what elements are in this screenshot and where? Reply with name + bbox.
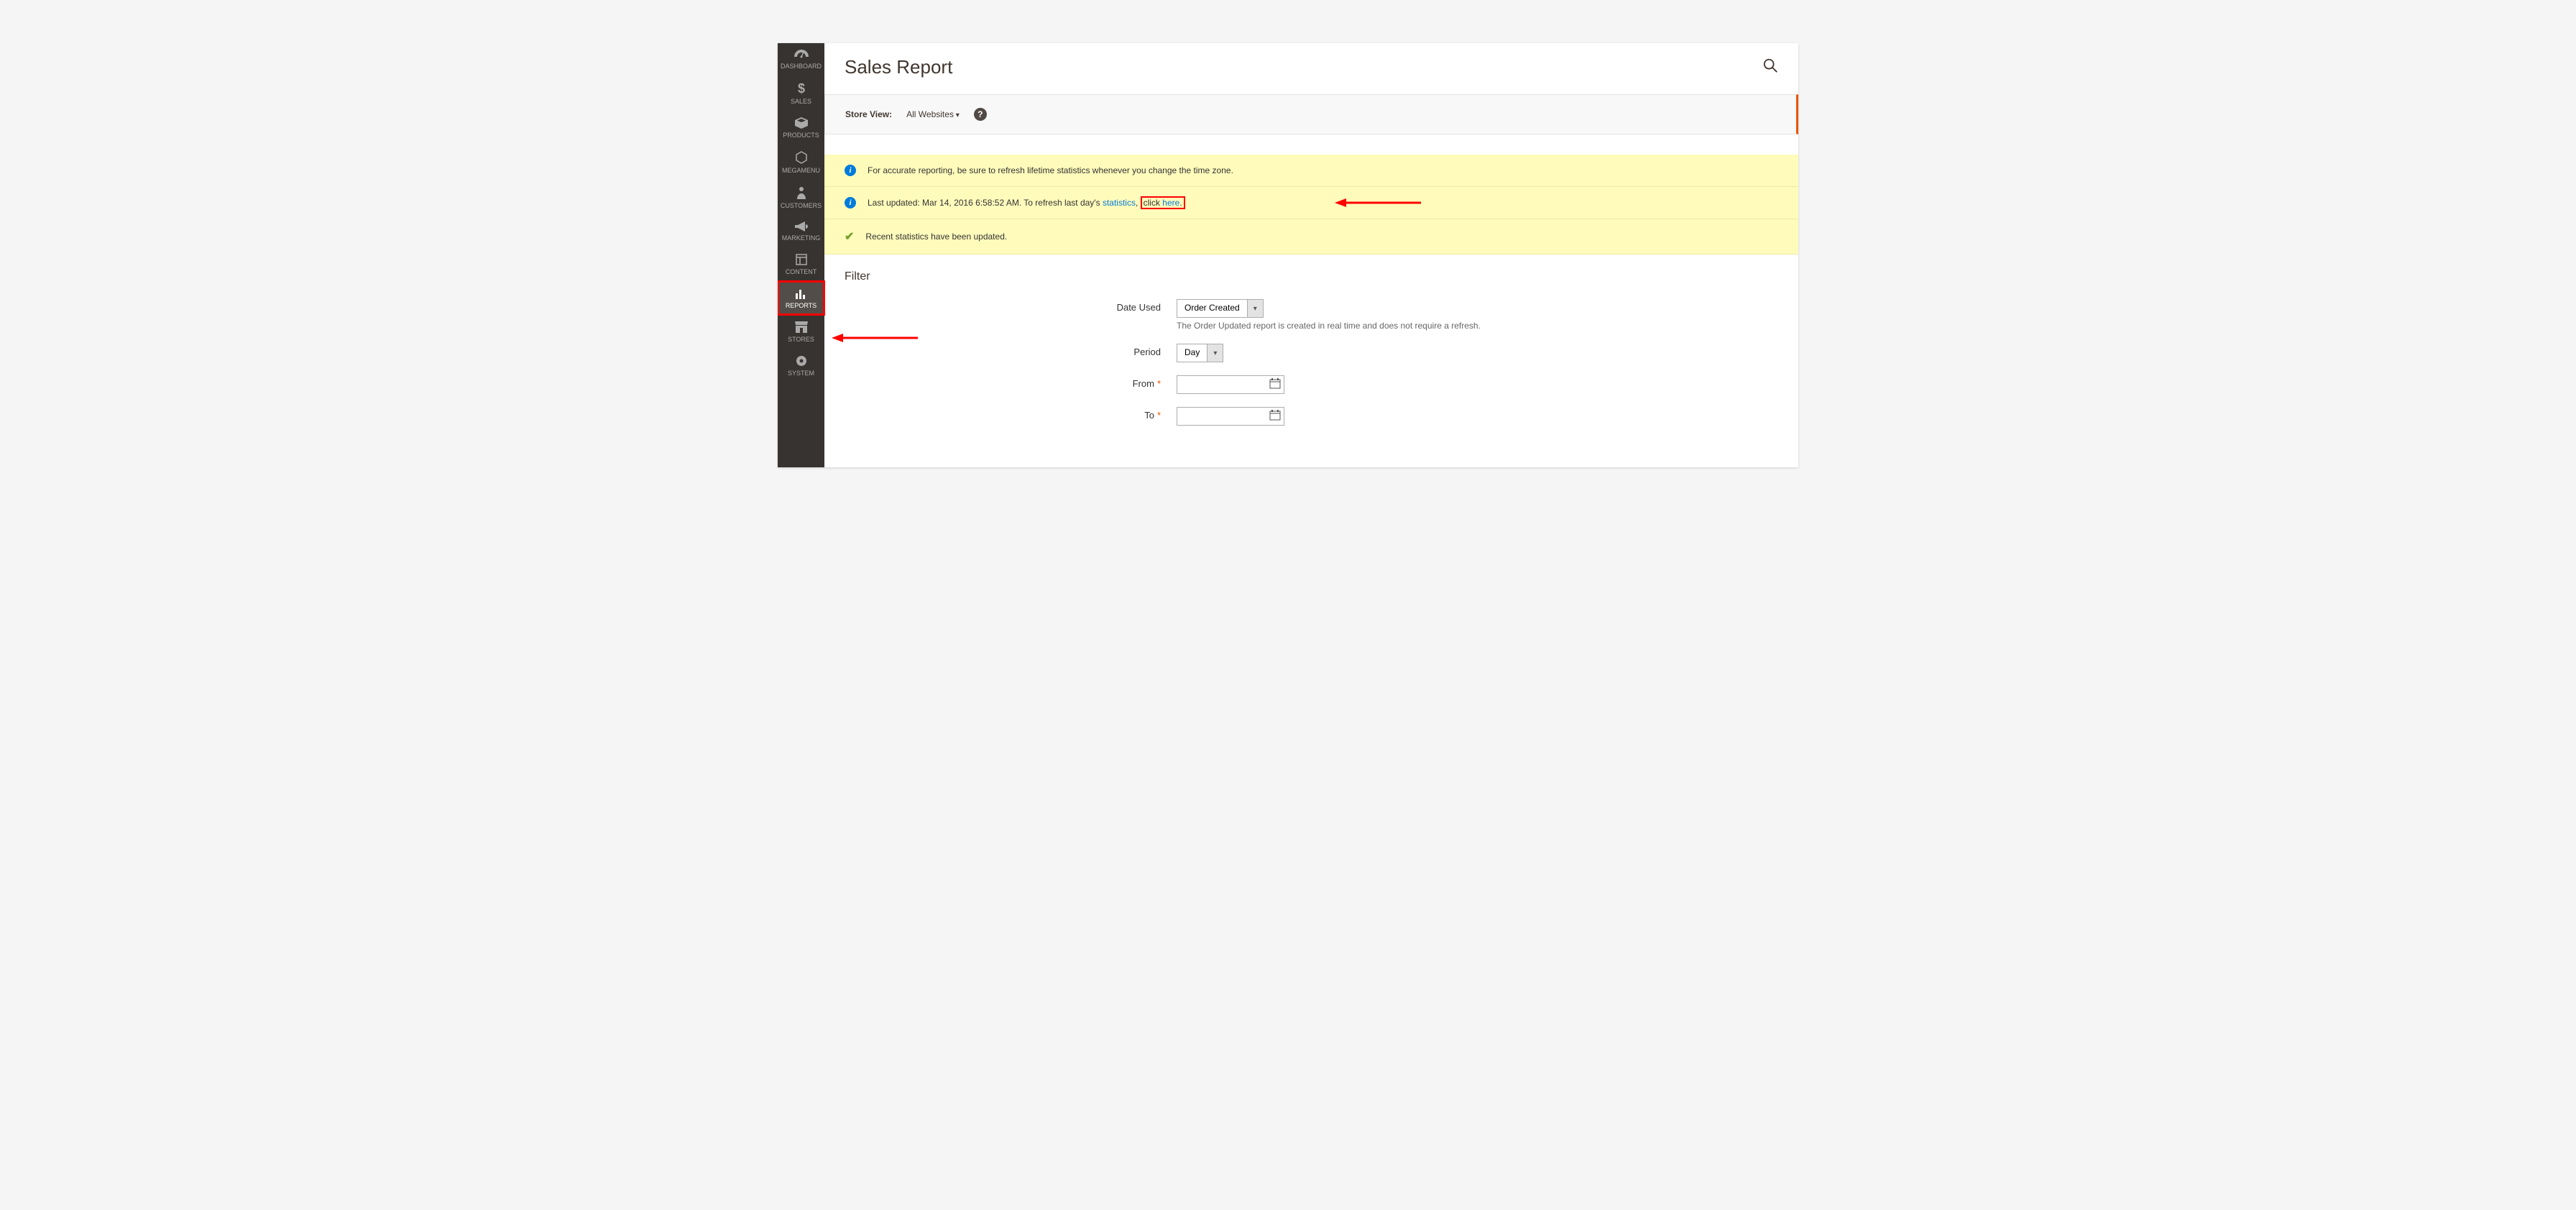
from-label: From*: [824, 375, 1177, 389]
sidebar-item-label: MEGAMENU: [782, 167, 820, 174]
message-text: Recent statistics have been updated.: [865, 232, 1007, 242]
sidebar-item-reports[interactable]: REPORTS: [778, 281, 824, 315]
annotation-arrow-here: [1335, 198, 1421, 208]
sidebar: DASHBOARD $ SALES PRODUCTS MEGAMENU CUST…: [778, 43, 824, 467]
hexagon-icon: [795, 151, 808, 164]
sidebar-item-label: PRODUCTS: [783, 132, 819, 139]
sidebar-item-dashboard[interactable]: DASHBOARD: [778, 43, 824, 75]
date-used-note: The Order Updated report is created in r…: [1177, 321, 1481, 331]
from-date-input[interactable]: [1177, 375, 1284, 394]
message-text: For accurate reporting, be sure to refre…: [868, 165, 1233, 175]
sidebar-item-megamenu[interactable]: MEGAMENU: [778, 145, 824, 180]
date-used-label: Date Used: [824, 299, 1177, 313]
megaphone-icon: [795, 221, 808, 232]
period-select[interactable]: Day: [1177, 344, 1223, 362]
search-icon: [1762, 58, 1778, 73]
layout-icon: [796, 254, 807, 265]
field-period: Period Day: [824, 344, 1798, 362]
message-success: ✔ Recent statistics have been updated.: [824, 219, 1798, 255]
field-to: To*: [824, 407, 1798, 426]
refresh-here-link[interactable]: here: [1162, 198, 1179, 208]
message-info-lastupdated: i Last updated: Mar 14, 2016 6:58:52 AM.…: [824, 187, 1798, 219]
help-icon[interactable]: ?: [974, 108, 987, 121]
sidebar-item-label: REPORTS: [786, 302, 816, 309]
check-icon: ✔: [845, 229, 854, 244]
gear-icon: [796, 355, 807, 367]
box-icon: [795, 117, 808, 129]
annotation-highlight-box: click here.: [1141, 196, 1185, 209]
search-button[interactable]: [1762, 58, 1778, 77]
chevron-down-icon: [1247, 300, 1263, 317]
scope-label: Store View:: [845, 109, 892, 119]
sidebar-item-marketing[interactable]: MARKETING: [778, 215, 824, 247]
to-label: To*: [824, 407, 1177, 421]
bars-icon: [795, 288, 808, 299]
gauge-icon: [794, 50, 809, 60]
info-icon: i: [845, 165, 856, 176]
admin-window: DASHBOARD $ SALES PRODUCTS MEGAMENU CUST…: [778, 43, 1798, 467]
to-date-input[interactable]: [1177, 407, 1284, 426]
chevron-down-icon: [1207, 344, 1223, 362]
page-title: Sales Report: [845, 56, 952, 78]
period-label: Period: [824, 344, 1177, 357]
sidebar-item-label: SALES: [791, 98, 811, 105]
message-info-timezone: i For accurate reporting, be sure to ref…: [824, 155, 1798, 187]
sidebar-item-system[interactable]: SYSTEM: [778, 349, 824, 382]
calendar-icon[interactable]: [1269, 409, 1281, 424]
field-from: From*: [824, 375, 1798, 394]
person-icon: [797, 186, 806, 199]
sidebar-item-sales[interactable]: $ SALES: [778, 75, 824, 111]
sidebar-item-content[interactable]: CONTENT: [778, 247, 824, 281]
sidebar-item-label: MARKETING: [782, 234, 821, 242]
statistics-link[interactable]: statistics: [1103, 198, 1136, 208]
svg-text:$: $: [797, 82, 804, 95]
store-view-selector[interactable]: All Websites: [906, 109, 960, 119]
message-text: Last updated: Mar 14, 2016 6:58:52 AM. T…: [868, 198, 1185, 208]
sidebar-item-stores[interactable]: STORES: [778, 315, 824, 349]
date-used-select[interactable]: Order Created: [1177, 299, 1264, 318]
sidebar-item-label: STORES: [788, 336, 814, 343]
sidebar-item-label: CUSTOMERS: [781, 202, 822, 209]
calendar-icon[interactable]: [1269, 377, 1281, 393]
filter-heading: Filter: [845, 270, 1798, 283]
sidebar-item-products[interactable]: PRODUCTS: [778, 111, 824, 145]
sidebar-item-label: DASHBOARD: [781, 63, 822, 70]
annotation-arrow-reports: [832, 333, 918, 343]
scope-bar: Store View: All Websites ?: [824, 94, 1798, 134]
main-content: Sales Report Store View: All Websites ? …: [824, 43, 1798, 467]
dollar-icon: $: [796, 82, 806, 95]
field-date-used: Date Used Order Created The Order Update…: [824, 299, 1798, 331]
info-icon: i: [845, 197, 856, 208]
sidebar-item-label: CONTENT: [786, 268, 817, 275]
sidebar-item-customers[interactable]: CUSTOMERS: [778, 180, 824, 215]
sidebar-item-label: SYSTEM: [788, 370, 814, 377]
page-header: Sales Report: [824, 43, 1798, 86]
messages: i For accurate reporting, be sure to ref…: [824, 155, 1798, 255]
storefront-icon: [795, 321, 808, 333]
